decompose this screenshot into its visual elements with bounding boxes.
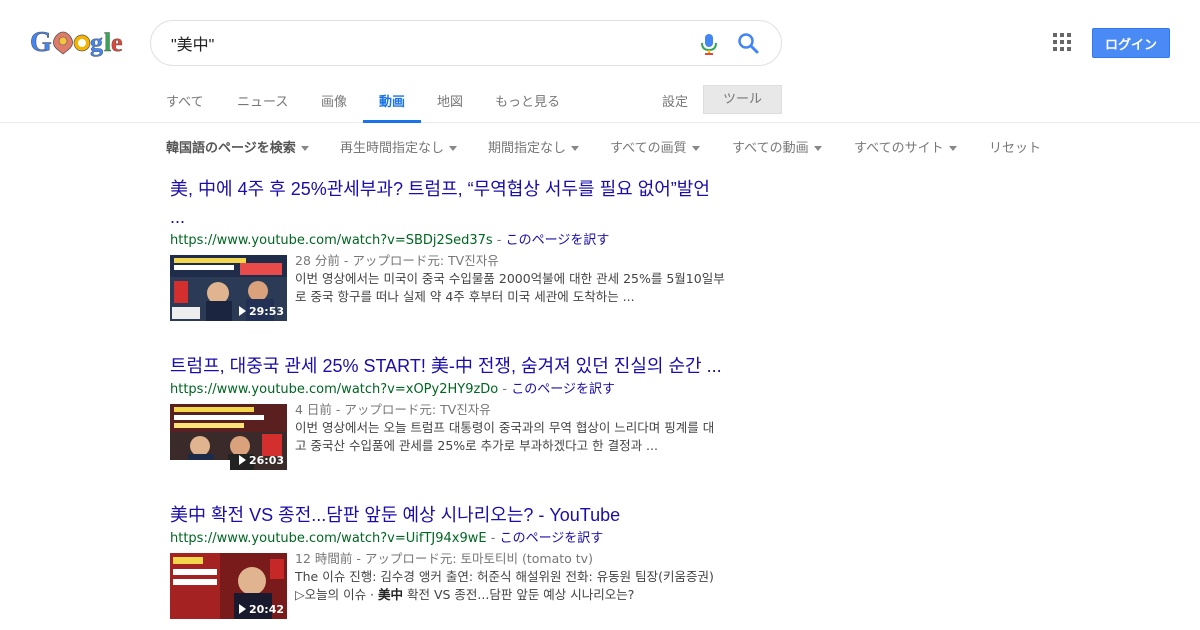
result-title-text: 美, 中에 4주 후 25%관세부과? 트럼프, “무역협상 서두를 필요 없어… <box>170 179 710 199</box>
tab-all[interactable]: すべて <box>150 86 220 123</box>
result-title-text: 트럼프, 대중국 관세 25% START! 美-中 전쟁, 숨겨져 있던 진실… <box>170 356 722 376</box>
snippet-keyword-highlight: 美中 <box>378 587 404 602</box>
google-logo[interactable]: G g l e <box>30 24 126 60</box>
tab-news[interactable]: ニュース <box>221 86 304 123</box>
result-url-line: https://www.youtube.com/watch?v=xOPy2HY9… <box>170 380 770 400</box>
duration-text: 29:53 <box>248 305 284 318</box>
play-icon <box>238 604 246 614</box>
filter-videos[interactable]: すべての動画 <box>732 137 822 156</box>
filter-sites-label: すべてのサイト <box>854 141 944 156</box>
filter-quality[interactable]: すべての画質 <box>610 137 700 156</box>
result-snippet: 이번 영상에서는 오늘 트럼프 대통령이 중국과의 무역 협상이 느리다며 핑계… <box>295 419 765 455</box>
caret-down-icon <box>300 146 309 151</box>
filter-duration[interactable]: 再生時間指定なし <box>340 137 458 156</box>
result-separator: - <box>492 233 506 248</box>
result-snippet: 이번 영상에서는 미국이 중국 수입물품 2000억불에 대한 관세 25%를 … <box>295 270 765 306</box>
snippet-line: 이번 영상에서는 오늘 트럼프 대통령이 중국과의 무역 협상이 느리다며 핑계… <box>295 420 715 435</box>
caret-down-icon <box>813 146 822 151</box>
snippet-line: 로 중국 항구를 떠나 실제 약 4주 후부터 미국 세관에 도착하는 ... <box>295 289 635 304</box>
translate-link[interactable]: このページを訳す <box>511 382 615 397</box>
video-duration: 26:03 <box>238 454 284 467</box>
result-title-text: 美中 확전 VS 종전...담판 앞둔 예상 시나리오는? - YouTube <box>170 505 621 525</box>
tab-maps[interactable]: 地図 <box>421 86 479 123</box>
result-body: 29:53 28 分前 - アップロード元: TV진자유 이번 영상에서는 미국… <box>170 252 770 323</box>
search-input[interactable] <box>171 29 671 57</box>
translate-link[interactable]: このページを訳す <box>506 233 610 248</box>
filter-duration-label: 再生時間指定なし <box>340 141 445 156</box>
result-separator: - <box>498 382 512 397</box>
search-result: 트럼프, 대중국 관세 25% START! 美-中 전쟁, 숨겨져 있던 진실… <box>170 352 770 472</box>
tools-button[interactable]: ツール <box>703 85 782 114</box>
result-title-link[interactable]: 트럼프, 대중국 관세 25% START! 美-中 전쟁, 숨겨져 있던 진실… <box>170 352 770 380</box>
result-url-line: https://www.youtube.com/watch?v=UifTJ94x… <box>170 529 770 549</box>
duration-text: 26:03 <box>248 454 284 467</box>
google-doodle-logo-icon: G g l e <box>30 27 123 59</box>
upload-info: 12 時間前 - アップロード元: 토마토티비 (tomato tv) <box>295 551 593 566</box>
snippet-line-prefix: ▷오늘의 이슈 · <box>295 587 379 602</box>
caret-down-icon <box>691 146 700 151</box>
video-duration: 20:42 <box>238 603 284 616</box>
filter-reset[interactable]: リセット <box>989 137 1041 156</box>
svg-text:G: G <box>30 27 52 58</box>
filter-period[interactable]: 期間指定なし <box>488 137 580 156</box>
result-meta: 12 時間前 - アップロード元: 토마토티비 (tomato tv) The … <box>295 550 765 604</box>
settings-link[interactable]: 設定 <box>662 91 688 110</box>
tab-videos[interactable]: 動画 <box>363 86 422 123</box>
result-separator: - <box>486 531 500 546</box>
snippet-line-suffix: 확전 VS 종전...담판 앞둔 예상 시나리오는? <box>403 587 635 602</box>
svg-text:g: g <box>90 28 103 57</box>
result-snippet: The 이슈 진행: 김수경 앵커 출연: 허준식 해설위원 전화: 유동원 팀… <box>295 568 765 604</box>
result-url[interactable]: https://www.youtube.com/watch?v=UifTJ94x… <box>170 531 487 546</box>
result-url[interactable]: https://www.youtube.com/watch?v=xOPy2HY9… <box>170 382 498 397</box>
search-result: 美, 中에 4주 후 25%관세부과? 트럼프, “무역협상 서두를 필요 없어… <box>170 175 770 323</box>
result-body: 26:03 4 日前 - アップロード元: TV진자유 이번 영상에서는 오늘 … <box>170 401 770 472</box>
play-icon <box>238 306 246 316</box>
tab-images[interactable]: 画像 <box>305 86 363 123</box>
login-button[interactable]: ログイン <box>1092 28 1170 58</box>
search-icon[interactable] <box>737 32 759 54</box>
snippet-line: The 이슈 진행: 김수경 앵커 출연: 허준식 해설위원 전화: 유동원 팀… <box>295 569 714 584</box>
filter-language[interactable]: 韓国語のページを検索 <box>166 137 309 156</box>
result-title-ellipsis: ... <box>170 207 186 227</box>
caret-down-icon <box>571 146 580 151</box>
caret-down-icon <box>449 146 458 151</box>
search-box <box>150 20 782 66</box>
svg-text:e: e <box>111 28 123 57</box>
result-body: 20:42 12 時間前 - アップロード元: 토마토티비 (tomato tv… <box>170 550 770 621</box>
result-url[interactable]: https://www.youtube.com/watch?v=SBDj2Sed… <box>170 233 493 248</box>
filter-quality-label: すべての画質 <box>610 141 687 156</box>
video-thumbnail[interactable]: 29:53 <box>170 255 287 321</box>
video-thumbnail[interactable]: 26:03 <box>170 404 287 470</box>
apps-grid-icon[interactable] <box>1053 33 1071 51</box>
tab-more[interactable]: もっと見る <box>479 86 576 123</box>
play-icon <box>238 455 246 465</box>
result-meta: 28 分前 - アップロード元: TV진자유 이번 영상에서는 미국이 중국 수… <box>295 252 765 306</box>
filter-language-label: 韓国語のページを検索 <box>166 141 296 156</box>
result-title-link[interactable]: 美, 中에 4주 후 25%관세부과? 트럼프, “무역협상 서두를 필요 없어… <box>170 175 770 231</box>
translate-link[interactable]: このページを訳す <box>500 531 604 546</box>
result-title-link[interactable]: 美中 확전 VS 종전...담판 앞둔 예상 시나리오는? - YouTube <box>170 501 770 529</box>
video-thumbnail[interactable]: 20:42 <box>170 553 287 619</box>
snippet-line: 고 중국산 수입품에 관세를 25%로 추가로 부과하겠다고 한 결정과 ... <box>295 438 658 453</box>
upload-info: 4 日前 - アップロード元: TV진자유 <box>295 402 491 417</box>
upload-info: 28 分前 - アップロード元: TV진자유 <box>295 253 499 268</box>
result-url-line: https://www.youtube.com/watch?v=SBDj2Sed… <box>170 231 770 251</box>
microphone-icon[interactable] <box>699 33 719 55</box>
duration-text: 20:42 <box>248 603 284 616</box>
search-result: 美中 확전 VS 종전...담판 앞둔 예상 시나리오는? - YouTube … <box>170 501 770 621</box>
filter-period-label: 期間指定なし <box>488 141 567 156</box>
filter-videos-label: すべての動画 <box>732 141 809 156</box>
filter-sites[interactable]: すべてのサイト <box>854 137 957 156</box>
result-meta: 4 日前 - アップロード元: TV진자유 이번 영상에서는 오늘 트럼프 대통… <box>295 401 765 455</box>
video-duration: 29:53 <box>238 305 284 318</box>
header: G g l e ログイン すべて ニュース 画像 動画 <box>0 0 1200 123</box>
caret-down-icon <box>948 146 957 151</box>
snippet-line: 이번 영상에서는 미국이 중국 수입물품 2000억불에 대한 관세 25%를 … <box>295 271 725 286</box>
